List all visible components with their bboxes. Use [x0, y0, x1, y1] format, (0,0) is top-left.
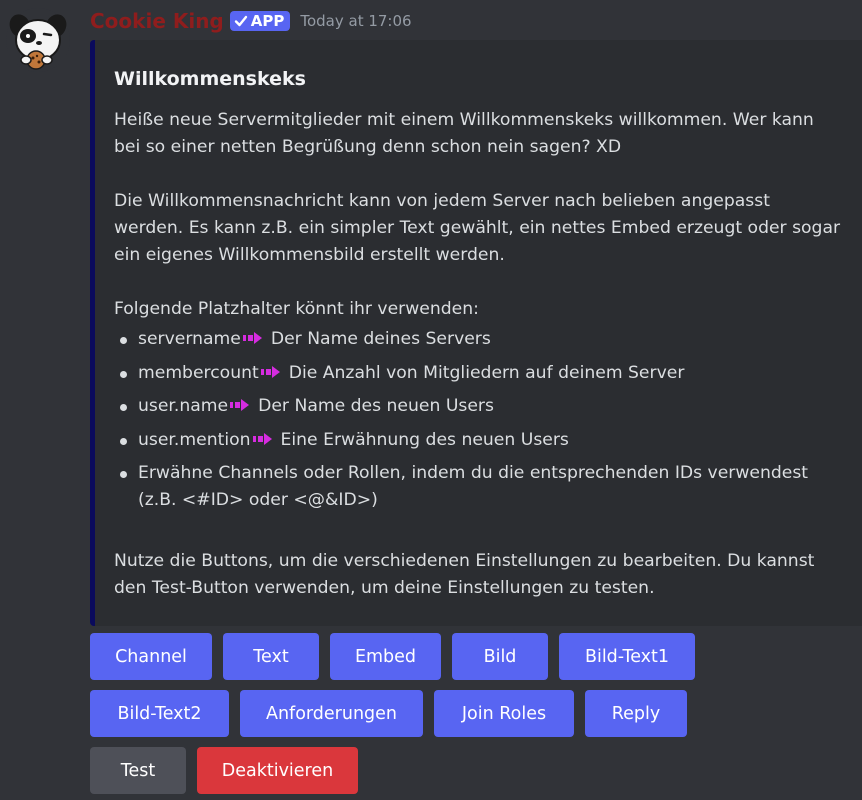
embed-intro: Heiße neue Servermitglieder mit einem Wi…	[114, 110, 814, 157]
arrow-right-icon	[252, 432, 272, 445]
join-roles-button[interactable]: Join Roles	[434, 690, 574, 737]
bot-avatar[interactable]	[6, 8, 70, 72]
list-item: user.mention Eine Erwähnung des neuen Use…	[114, 427, 844, 454]
arrow-right-icon	[242, 332, 262, 344]
channels-note: Erwähne Channels oder Rollen, indem du d…	[138, 463, 809, 510]
app-badge-label: APP	[250, 12, 285, 30]
embed-title: Willkommenskeks	[114, 68, 306, 90]
arrow-right-icon	[230, 399, 250, 411]
list-item: membercount Die Anzahl von Mitgliedern au…	[114, 360, 844, 387]
placeholder-key: membercount	[138, 362, 259, 383]
username[interactable]: Cookie King	[90, 6, 224, 36]
list-item: Erwähne Channels oder Rollen, indem du d…	[114, 460, 844, 514]
placeholder-desc: Der Name des neuen Users	[258, 396, 494, 416]
bild-text2-button[interactable]: Bild-Text2	[90, 690, 229, 737]
embed: Willkommenskeks Heiße neue Servermitglie…	[90, 40, 862, 626]
placeholder-desc: Die Anzahl von Mitgliedern auf deinem Se…	[288, 362, 685, 383]
placeholder-desc: Der Name deines Servers	[270, 329, 491, 349]
list-item: user.name Der Name des neuen Users	[114, 393, 844, 420]
placeholder-key: user.name	[138, 396, 229, 416]
embed-footer-text: Nutze die Buttons, um die verschiedenen …	[114, 550, 815, 598]
timestamp[interactable]: Today at 17:06	[300, 12, 411, 30]
test-button[interactable]: Test	[90, 747, 186, 794]
placeholder-key: user.mention	[138, 429, 251, 450]
checkmark-icon	[234, 15, 247, 27]
button-row-3: Test Deaktivieren	[90, 747, 358, 794]
bild-text1-button[interactable]: Bild-Text1	[559, 633, 695, 680]
bild-button[interactable]: Bild	[452, 633, 548, 680]
text-button[interactable]: Text	[223, 633, 319, 680]
button-row-1: Channel Text Embed Bild Bild-Text1	[90, 633, 695, 680]
embed-button[interactable]: Embed	[330, 633, 441, 680]
placeholders-list: servername Der Name deines Servers member…	[114, 326, 844, 514]
channel-button[interactable]: Channel	[90, 633, 212, 680]
list-item: servername Der Name deines Servers	[114, 326, 844, 353]
app-badge: APP	[229, 11, 291, 31]
anforderungen-button[interactable]: Anforderungen	[240, 690, 423, 737]
placeholder-desc: Eine Erwähnung des neuen Users	[280, 429, 569, 450]
arrow-right-icon	[260, 365, 280, 378]
placeholders-heading: Folgende Platzhalter könnt ihr verwenden…	[114, 299, 479, 319]
placeholder-key: servername	[138, 329, 241, 349]
message-header: Cookie King APP Today at 17:06	[90, 6, 412, 36]
embed-customize-text: Die Willkommensnachricht kann von jedem …	[114, 191, 841, 265]
reply-button[interactable]: Reply	[585, 690, 687, 737]
button-row-2: Bild-Text2 Anforderungen Join Roles Repl…	[90, 690, 687, 737]
deaktivieren-button[interactable]: Deaktivieren	[197, 747, 358, 794]
